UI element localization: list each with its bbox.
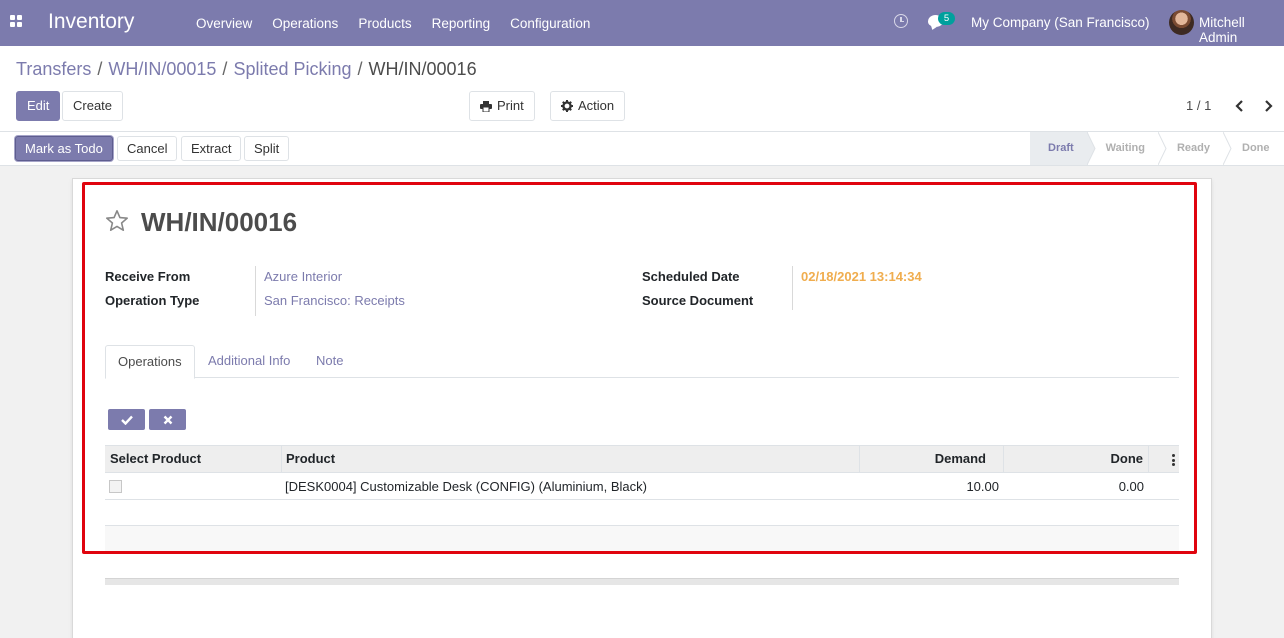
breadcrumb-splited-picking[interactable]: Splited Picking — [233, 59, 351, 80]
app-name[interactable]: Inventory — [48, 10, 134, 34]
print-label: Print — [497, 98, 524, 113]
cancel-button[interactable]: Cancel — [117, 136, 178, 161]
split-button[interactable]: Split — [244, 136, 290, 161]
menu-operations[interactable]: Operations — [262, 16, 348, 31]
field-divider — [792, 266, 793, 310]
stage-waiting: Waiting — [1088, 132, 1167, 165]
tab-operations[interactable]: Operations — [105, 345, 195, 379]
menu-reporting[interactable]: Reporting — [422, 16, 501, 31]
tab-additional-info[interactable]: Additional Info — [196, 345, 302, 378]
table-header: Select Product Product Demand Done — [105, 445, 1179, 473]
scheduled-date-label: Scheduled Date — [642, 269, 740, 284]
stage-waiting-label: Waiting — [1105, 142, 1145, 154]
breadcrumb-separator: / — [97, 59, 103, 79]
product-cell[interactable]: [DESK0004] Customizable Desk (CONFIG) (A… — [285, 473, 647, 500]
chevron-right-icon[interactable] — [1260, 98, 1276, 114]
column-select-product[interactable]: Select Product — [110, 446, 201, 473]
select-product-checkbox[interactable] — [109, 480, 122, 493]
clock-icon[interactable] — [894, 14, 908, 28]
top-navbar: Inventory Overview Operations Products R… — [0, 0, 1284, 46]
pager-value[interactable]: 1 / 1 — [1186, 98, 1211, 113]
breadcrumb-parent-picking[interactable]: WH/IN/00015 — [108, 59, 216, 80]
stage-draft-label: Draft — [1048, 142, 1074, 154]
discard-selection-button[interactable] — [149, 409, 186, 430]
create-button[interactable]: Create — [62, 91, 124, 121]
section-separator — [105, 578, 1179, 585]
check-icon — [120, 415, 133, 425]
operation-type-label: Operation Type — [105, 293, 200, 308]
record-title: WH/IN/00016 — [141, 207, 298, 237]
stage-ready: Ready — [1159, 132, 1232, 165]
field-divider — [255, 266, 256, 316]
print-icon — [480, 100, 492, 112]
menu-configuration[interactable]: Configuration — [500, 16, 600, 31]
mark-as-todo-button[interactable]: Mark as Todo — [15, 136, 113, 161]
stage-draft: Draft — [1030, 132, 1096, 165]
stage-done: Done — [1224, 132, 1284, 165]
stage-pipeline: Draft Waiting Ready Done — [1030, 132, 1284, 165]
avatar[interactable] — [1169, 10, 1194, 35]
stage-ready-label: Ready — [1176, 142, 1211, 154]
breadcrumb: Transfers / WH/IN/00015 / Splited Pickin… — [16, 59, 477, 80]
notebook-tabs: Operations Additional Info Note — [105, 345, 1179, 379]
optional-columns-icon[interactable] — [1171, 453, 1175, 467]
control-panel: Transfers / WH/IN/00015 / Splited Pickin… — [0, 46, 1284, 132]
confirm-selection-button[interactable] — [108, 409, 145, 430]
column-done[interactable]: Done — [1004, 446, 1144, 473]
breadcrumb-separator: / — [357, 59, 363, 79]
column-divider — [281, 446, 282, 473]
action-button[interactable]: Action — [550, 91, 626, 121]
receive-from-label: Receive From — [105, 269, 191, 284]
column-demand[interactable]: Demand — [860, 446, 986, 473]
company-switcher[interactable]: My Company (San Francisco) — [971, 15, 1150, 30]
done-cell[interactable]: 0.00 — [1004, 473, 1144, 500]
extract-button[interactable]: Extract — [181, 136, 242, 161]
main-menu: Overview Operations Products Reporting C… — [186, 0, 600, 46]
gear-icon — [561, 100, 573, 112]
breadcrumb-transfers[interactable]: Transfers — [16, 59, 91, 80]
menu-overview[interactable]: Overview — [186, 16, 262, 31]
stage-done-label: Done — [1242, 142, 1270, 154]
chevron-left-icon[interactable] — [1232, 98, 1248, 114]
breadcrumb-separator: / — [222, 59, 228, 79]
receive-from-field[interactable]: Azure Interior — [264, 269, 342, 284]
menu-products[interactable]: Products — [348, 16, 421, 31]
close-icon — [163, 415, 172, 424]
tab-note[interactable]: Note — [304, 345, 355, 378]
form-sheet — [72, 178, 1212, 638]
messages-badge: 5 — [938, 12, 955, 25]
move-lines-table: Select Product Product Demand Done [DESK… — [105, 445, 1179, 551]
star-icon[interactable] — [105, 209, 129, 233]
column-product[interactable]: Product — [286, 446, 335, 473]
source-document-label: Source Document — [642, 293, 754, 308]
breadcrumb-current: WH/IN/00016 — [368, 59, 477, 79]
apps-grid-icon[interactable] — [10, 15, 24, 29]
demand-cell[interactable]: 10.00 — [860, 473, 999, 500]
table-footer — [105, 525, 1179, 551]
operation-type-field[interactable]: San Francisco: Receipts — [264, 293, 405, 308]
user-menu[interactable]: Mitchell Admin — [1199, 15, 1284, 45]
edit-button[interactable]: Edit — [16, 91, 61, 121]
action-label: Action — [578, 98, 615, 113]
column-divider — [1148, 446, 1149, 473]
table-row[interactable]: [DESK0004] Customizable Desk (CONFIG) (A… — [105, 473, 1179, 500]
status-bar: Mark as Todo Cancel Extract Split Draft … — [0, 132, 1284, 166]
print-button[interactable]: Print — [469, 91, 535, 121]
scheduled-date-field[interactable]: 02/18/2021 13:14:34 — [801, 269, 922, 284]
